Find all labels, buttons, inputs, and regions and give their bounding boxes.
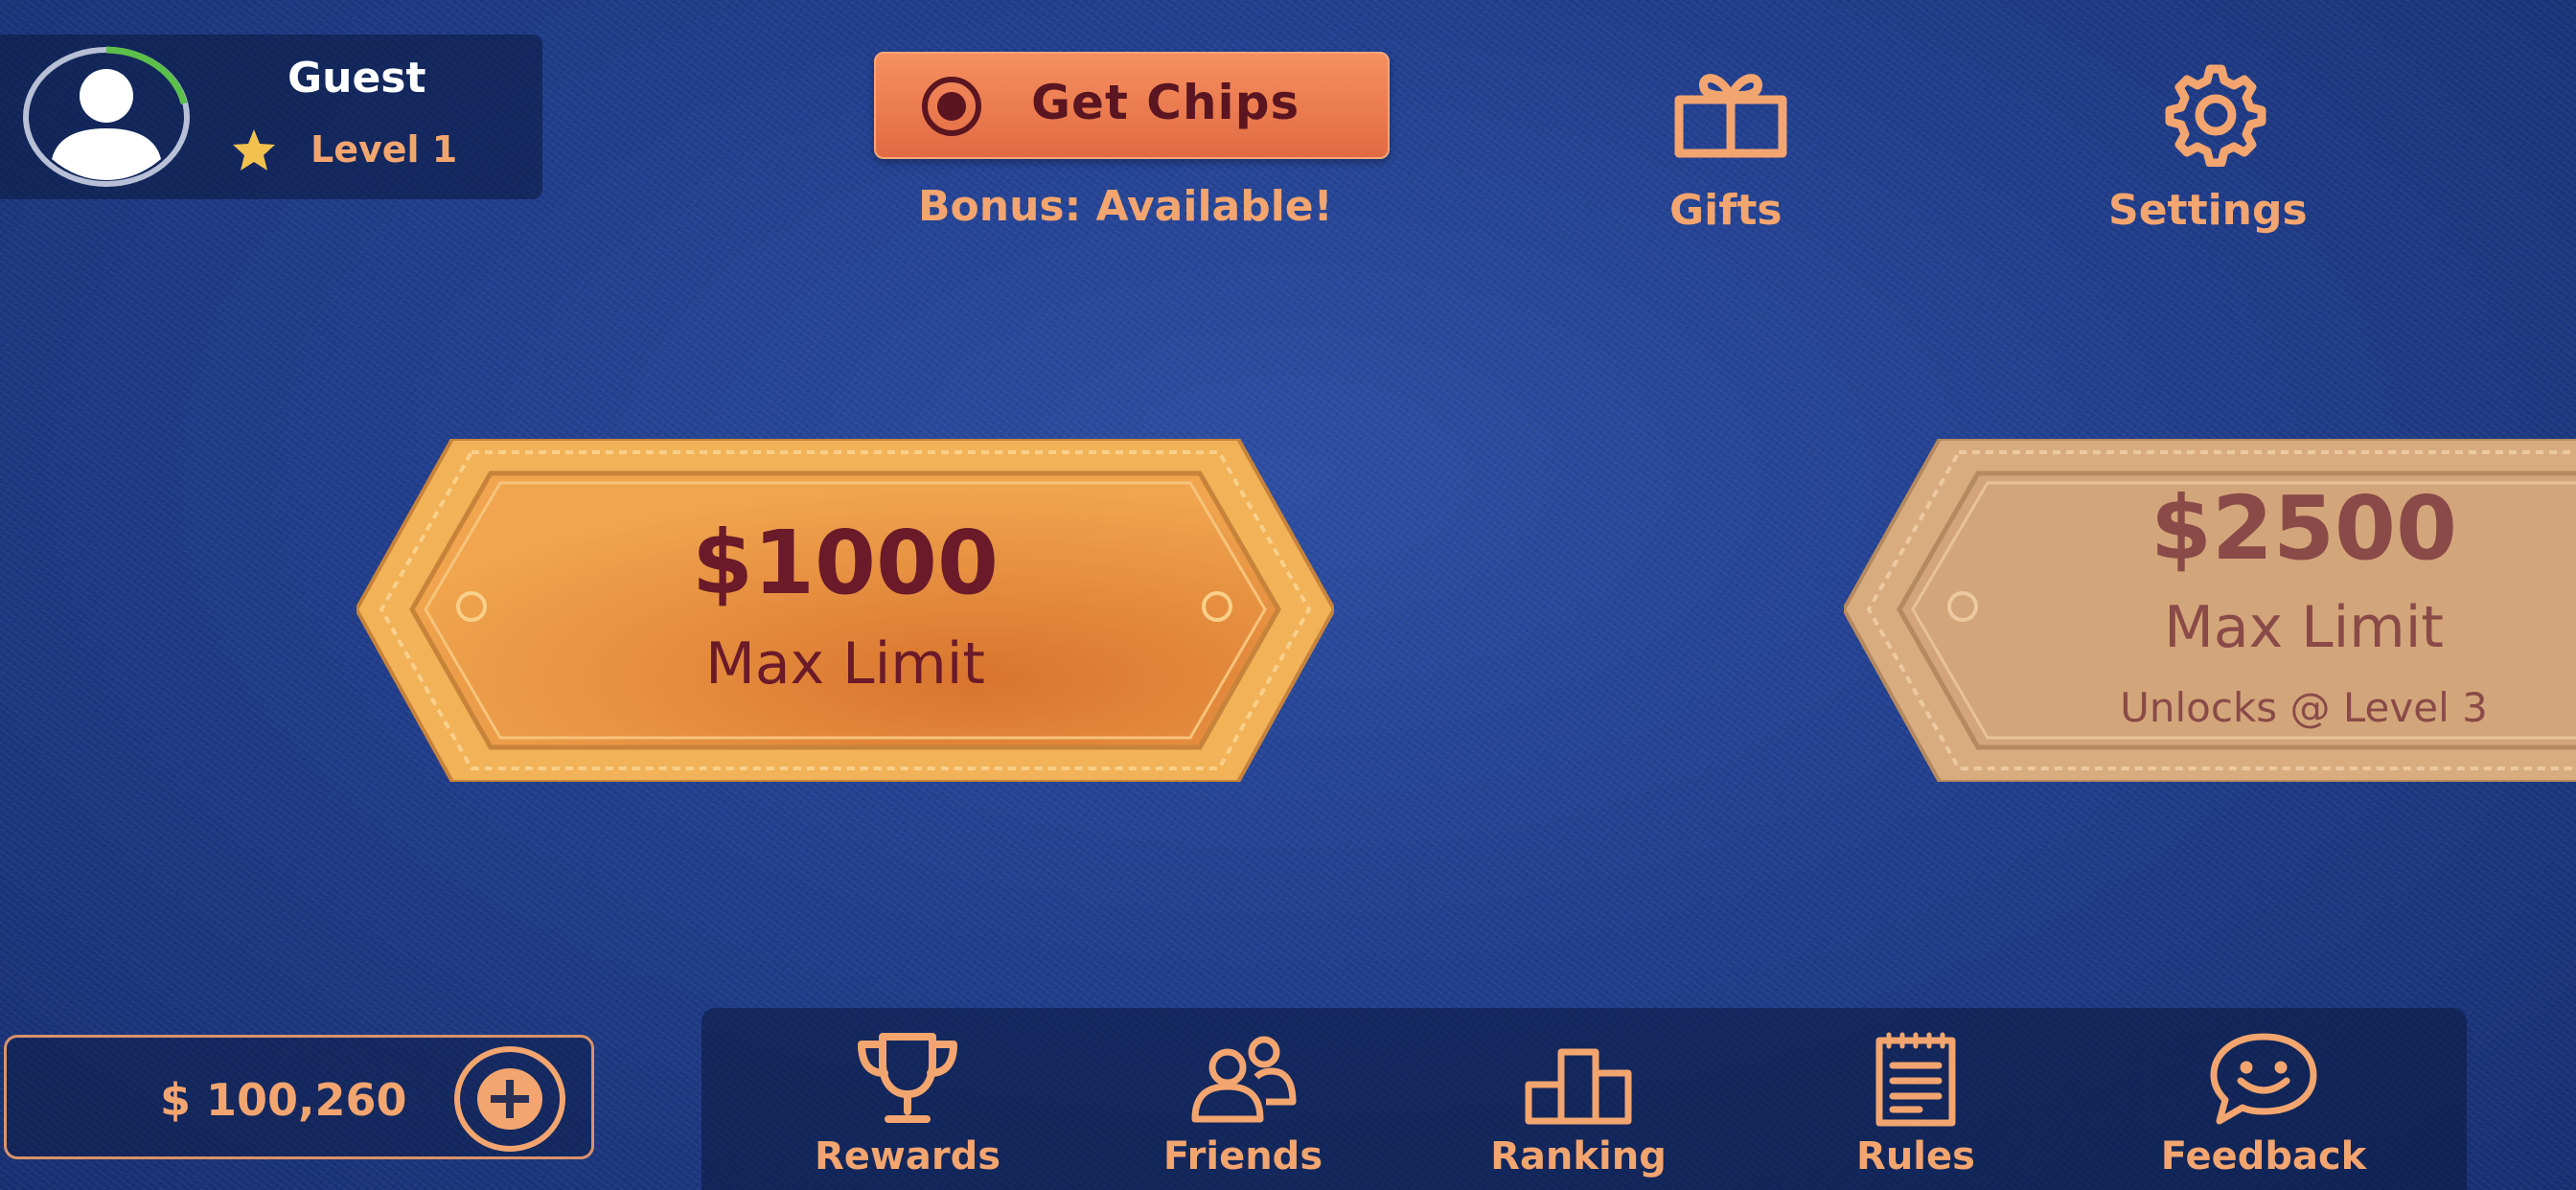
- nav-friends[interactable]: Friends: [1131, 1008, 1355, 1190]
- nav-rules[interactable]: Rules: [1804, 1008, 2028, 1190]
- nav-rules-label: Rules: [1856, 1134, 1975, 1179]
- chip-balance: $ 100,260: [4, 1035, 594, 1159]
- tier-subtitle: Max Limit: [2164, 594, 2444, 661]
- clipboard-icon: [1875, 1032, 1956, 1127]
- nav-ranking[interactable]: Ranking: [1466, 1008, 1690, 1190]
- gift-icon: [1674, 74, 1787, 158]
- star-icon: [233, 129, 275, 171]
- bottom-nav: Rewards Friends Ranking Rules Feedback: [702, 1008, 2467, 1190]
- settings-button[interactable]: Settings: [2101, 57, 2340, 240]
- nav-rewards-label: Rewards: [814, 1134, 1001, 1179]
- nav-ranking-label: Ranking: [1490, 1134, 1667, 1179]
- nav-friends-label: Friends: [1162, 1134, 1323, 1179]
- tier-amount: $1000: [691, 512, 1000, 614]
- tier-amount: $2500: [2150, 477, 2458, 580]
- nav-feedback-label: Feedback: [2160, 1134, 2367, 1179]
- get-chips-label: Get Chips: [1031, 75, 1300, 130]
- player-level: Level 1: [310, 128, 458, 171]
- gear-icon: [2165, 64, 2266, 167]
- nav-rewards[interactable]: Rewards: [795, 1008, 1020, 1190]
- chat-smile-icon: [2210, 1033, 2317, 1125]
- tier-card-2500[interactable]: $2500 Max Limit Unlocks @ Level 3: [1844, 439, 2576, 782]
- gifts-label: Gifts: [1669, 186, 1782, 235]
- player-name: Guest: [288, 54, 426, 103]
- get-chips-button[interactable]: Get Chips: [874, 52, 1390, 159]
- friends-icon: [1191, 1036, 1297, 1123]
- chip-icon: [922, 77, 981, 136]
- nav-feedback[interactable]: Feedback: [2139, 1008, 2388, 1190]
- gifts-button[interactable]: Gifts: [1654, 57, 1807, 240]
- podium-icon: [1525, 1048, 1632, 1125]
- tier-subtitle: Max Limit: [705, 630, 985, 698]
- bonus-status: Bonus: Available!: [918, 182, 1333, 231]
- trophy-icon: [858, 1033, 957, 1123]
- player-profile[interactable]: Guest Level 1: [0, 34, 542, 199]
- plus-circle-icon[interactable]: [453, 1045, 566, 1153]
- tier-card-1000[interactable]: $1000 Max Limit: [356, 439, 1334, 782]
- settings-label: Settings: [2108, 186, 2308, 235]
- balance-amount: $ 100,260: [160, 1074, 407, 1126]
- avatar-icon[interactable]: [21, 46, 192, 188]
- tier-unlock-text: Unlocks @ Level 3: [2120, 684, 2488, 731]
